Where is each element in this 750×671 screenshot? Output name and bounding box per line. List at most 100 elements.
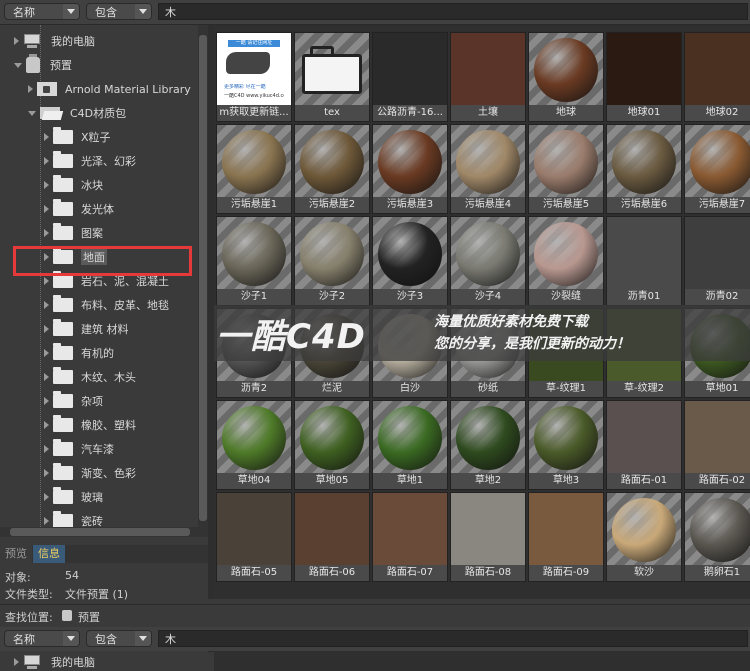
tree-item-folder[interactable]: 冰块 [44,174,103,196]
material-tile[interactable]: 沙子1 [216,216,292,306]
material-tile[interactable]: 污垢悬崖4 [450,124,526,214]
tree-item-folder[interactable]: 杂项 [44,390,103,412]
material-tile[interactable]: 草地1 [372,400,448,490]
material-tile[interactable]: 鹅卵石1 [684,492,750,582]
material-tile[interactable]: 路面石-05 [216,492,292,582]
tree-item-folder[interactable]: 渐变、色彩 [44,462,136,484]
tree-item-folder[interactable]: 橡胶、塑料 [44,414,136,436]
material-tile[interactable]: 路面石-01 [606,400,682,490]
material-tile[interactable]: 污垢悬崖3 [372,124,448,214]
tree-horizontal-scrollbar[interactable] [0,527,208,537]
expand-arrow-icon[interactable] [44,493,49,501]
computer-icon [23,34,41,48]
tree-item-arnold[interactable]: Arnold Material Library [28,78,191,100]
expand-arrow-icon[interactable] [14,37,19,45]
tree-item-folder[interactable]: 图案 [44,222,103,244]
material-name: 砂纸 [451,381,525,397]
tree-item-my-computer[interactable]: 我的电脑 [14,653,95,671]
expand-arrow-icon[interactable] [44,325,49,333]
search-input[interactable]: 木 [158,3,748,20]
material-tile[interactable]: 路面石-08 [450,492,526,582]
expand-arrow-icon[interactable] [44,301,49,309]
material-tile[interactable]: 路面石-06 [294,492,370,582]
material-tile[interactable]: 草地04 [216,400,292,490]
material-tile[interactable]: 公路沥青-16... [372,32,448,122]
material-tile[interactable]: 路面石-02 [684,400,750,490]
tree-item-folder[interactable]: 光泽、幻彩 [44,150,136,172]
expand-arrow-icon[interactable] [44,229,49,237]
material-name: 地球01 [607,105,681,121]
mode-select[interactable]: 包含 [86,630,152,647]
tree-item-folder[interactable]: X粒子 [44,126,111,148]
scrollbar-thumb[interactable] [199,35,207,521]
material-tile[interactable]: 沥青02 [684,216,750,306]
material-tile[interactable]: 地球02 [684,32,750,122]
tree-item-folder[interactable]: 木纹、木头 [44,366,136,388]
tab-info[interactable]: 信息 [33,545,65,563]
expand-arrow-icon[interactable] [44,373,49,381]
folder-icon [53,199,73,216]
scrollbar-thumb[interactable] [10,528,190,536]
material-tile[interactable]: 土壤 [450,32,526,122]
material-tile[interactable]: 污垢悬崖7 [684,124,750,214]
expand-arrow-icon[interactable] [44,181,49,189]
expand-arrow-icon[interactable] [44,397,49,405]
lock-folder-icon [37,82,57,96]
material-tile[interactable]: 沙子3 [372,216,448,306]
collapse-arrow-icon[interactable] [14,62,22,68]
expand-arrow-icon[interactable] [14,658,19,666]
material-tile[interactable]: 地球 [528,32,604,122]
search-input[interactable]: 木 [158,630,748,647]
expand-arrow-icon[interactable] [44,421,49,429]
tree-item-folder[interactable]: 玻璃 [44,486,103,508]
material-tile[interactable]: 软沙 [606,492,682,582]
tree-item-folder[interactable]: 建筑 材料 [44,318,129,340]
tree-item-folder[interactable]: 布料、皮革、地毯 [44,294,169,316]
field-select[interactable]: 名称 [4,3,80,20]
expand-arrow-icon[interactable] [44,157,49,165]
material-tile[interactable]: 污垢悬崖6 [606,124,682,214]
expand-arrow-icon[interactable] [44,277,49,285]
material-tile[interactable]: 路面石-07 [372,492,448,582]
expand-arrow-icon[interactable] [44,469,49,477]
material-tile[interactable]: 沥青01 [606,216,682,306]
material-tile[interactable]: 路面石-09 [528,492,604,582]
material-tile[interactable]: 草地3 [528,400,604,490]
material-tile[interactable]: 污垢悬崖1 [216,124,292,214]
material-tile[interactable]: 草地05 [294,400,370,490]
expand-arrow-icon[interactable] [44,205,49,213]
material-tile[interactable]: tex [294,32,370,122]
material-tile[interactable]: 一酷 请记住网址更多精彩 尽在一酷一酷C4D www.yikuc4d.com m获… [216,32,292,122]
tree-item-presets[interactable]: 预置 [14,54,72,76]
chevron-down-icon [67,636,75,641]
material-tile[interactable]: 沙子2 [294,216,370,306]
tree-vertical-scrollbar[interactable] [198,25,208,530]
tree-item-c4d-pack[interactable]: C4D材质包 [28,102,126,124]
tree-item-my-computer[interactable]: 我的电脑 [14,30,95,52]
expand-arrow-icon[interactable] [44,133,49,141]
material-tile[interactable]: 草地2 [450,400,526,490]
material-name: 鹅卵石1 [685,565,750,581]
collapse-arrow-icon[interactable] [28,110,36,116]
material-tile[interactable]: 污垢悬崖5 [528,124,604,214]
material-tile[interactable]: 沙裂缝 [528,216,604,306]
material-tile[interactable]: 地球01 [606,32,682,122]
material-texture-preview [373,493,447,567]
tab-preview[interactable]: 预览 [0,545,32,563]
folder-icon [53,223,73,240]
expand-arrow-icon[interactable] [44,349,49,357]
material-name: 沥青2 [217,381,291,397]
material-grid-secondary [214,651,750,671]
expand-arrow-icon[interactable] [28,85,33,93]
field-select[interactable]: 名称 [4,630,80,647]
expand-arrow-icon[interactable] [44,517,49,525]
expand-arrow-icon[interactable] [44,445,49,453]
location-value[interactable]: 预置 [78,609,100,625]
tree-item-folder[interactable]: 发光体 [44,198,114,220]
material-tile[interactable]: 污垢悬崖2 [294,124,370,214]
tree-item-folder[interactable]: 汽车漆 [44,438,114,460]
material-tile[interactable]: 沙子4 [450,216,526,306]
material-name: 烂泥 [295,381,369,397]
tree-item-folder[interactable]: 有机的 [44,342,114,364]
mode-select[interactable]: 包含 [86,3,152,20]
